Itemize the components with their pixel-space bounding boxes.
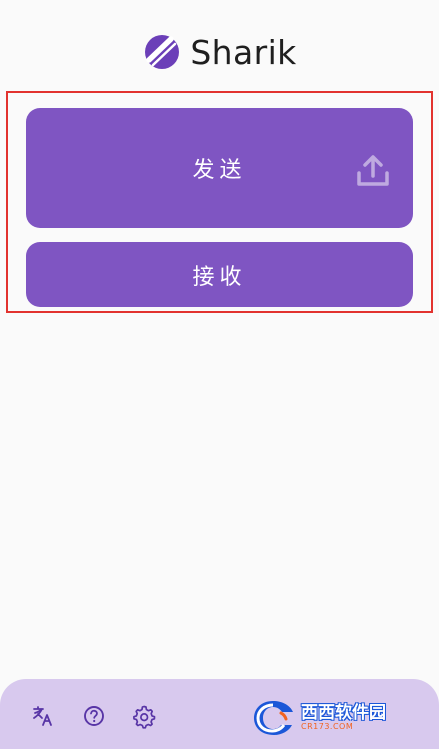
- app-header: Sharik: [0, 26, 439, 78]
- settings-icon[interactable]: [131, 703, 157, 729]
- watermark-site: CR173.COM: [301, 722, 354, 731]
- sharik-logo-icon: [145, 35, 180, 69]
- send-button[interactable]: 发送: [26, 108, 413, 228]
- watermark-text-group: 西西软件园 CR173.COM: [301, 704, 386, 732]
- bottom-bar: 西西软件园 CR173.COM: [0, 679, 439, 749]
- app-screen: Sharik 发送 接收 西西软件园 CR173.COM: [0, 0, 439, 749]
- receive-button-label: 接收: [192, 264, 247, 290]
- app-title: Sharik: [190, 32, 297, 72]
- translate-icon[interactable]: [30, 703, 56, 729]
- watermark-logo-icon: [254, 701, 293, 735]
- receive-button[interactable]: 接收: [26, 242, 413, 307]
- watermark-brand: 西西软件园: [301, 703, 386, 723]
- upload-icon: [357, 155, 389, 186]
- help-icon[interactable]: [81, 703, 107, 729]
- send-button-label: 发送: [192, 158, 247, 183]
- watermark: 西西软件园 CR173.COM: [249, 697, 425, 739]
